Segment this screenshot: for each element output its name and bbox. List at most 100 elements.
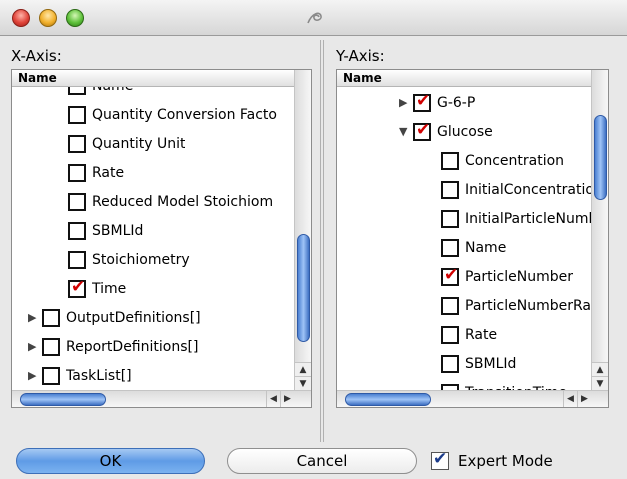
tree-row-label: Rate bbox=[465, 326, 498, 343]
tree-row[interactable]: InitialConcentration bbox=[441, 175, 591, 204]
y-axis-vertical-scroll-thumb[interactable] bbox=[594, 115, 607, 200]
tree-row[interactable]: ParticleNumber bbox=[441, 262, 573, 291]
tree-row[interactable]: Concentration bbox=[441, 146, 564, 175]
tree-row-checkbox[interactable] bbox=[68, 163, 86, 182]
x-axis-vertical-scroll-thumb[interactable] bbox=[297, 234, 310, 342]
tree-row-checkbox[interactable] bbox=[413, 120, 431, 141]
tree-row[interactable]: Rate bbox=[441, 320, 497, 349]
tree-row-checkbox[interactable] bbox=[68, 277, 86, 298]
scroll-up-arrow-icon[interactable]: ▲ bbox=[592, 362, 608, 376]
tree-row[interactable]: TransitionTime bbox=[441, 378, 567, 390]
minimize-window-button[interactable] bbox=[39, 9, 57, 27]
tree-row-label: TaskList[] bbox=[66, 367, 132, 384]
x-axis-horizontal-scrollbar[interactable]: ◀ ▶ bbox=[12, 390, 311, 407]
disclosure-collapsed-icon[interactable]: ▶ bbox=[28, 369, 40, 382]
tree-row[interactable]: Name bbox=[441, 233, 506, 262]
tree-row-checkbox[interactable] bbox=[68, 250, 86, 269]
scroll-down-arrow-icon[interactable]: ▼ bbox=[295, 376, 311, 390]
tree-row[interactable]: Time bbox=[68, 274, 126, 303]
disclosure-expanded-icon[interactable]: ▼ bbox=[399, 125, 411, 138]
tree-row-checkbox[interactable] bbox=[68, 192, 86, 211]
scroll-left-arrow-icon[interactable]: ◀ bbox=[266, 391, 280, 407]
tree-row[interactable]: SBMLId bbox=[68, 216, 143, 245]
zoom-window-button[interactable] bbox=[66, 9, 84, 27]
cancel-button[interactable]: Cancel bbox=[227, 448, 417, 474]
y-axis-horizontal-scroll-thumb[interactable] bbox=[345, 393, 431, 406]
tree-row-label: Name bbox=[92, 87, 133, 94]
tree-row-label: InitialConcentration bbox=[465, 181, 591, 198]
tree-row[interactable]: Stoichiometry bbox=[68, 245, 190, 274]
expert-mode-checkbox[interactable] bbox=[431, 449, 449, 470]
tree-row-label: InitialParticleNumb bbox=[465, 210, 591, 227]
tree-row-label: ParticleNumber bbox=[465, 268, 573, 285]
tree-row-label: ParticleNumberRat bbox=[465, 297, 591, 314]
tree-row-checkbox[interactable] bbox=[42, 337, 60, 356]
tree-row-checkbox[interactable] bbox=[441, 296, 459, 315]
tree-row-checkbox[interactable] bbox=[441, 354, 459, 373]
tree-row-label: Time bbox=[92, 280, 127, 297]
tree-row[interactable]: ▶ TaskList[] bbox=[28, 361, 132, 390]
tree-row[interactable]: SBMLId bbox=[441, 349, 516, 378]
tree-row-label: G-6-P bbox=[437, 94, 476, 111]
tree-row-label: Glucose bbox=[437, 123, 493, 140]
tree-row-checkbox[interactable] bbox=[441, 180, 459, 199]
tree-row-checkbox[interactable] bbox=[441, 325, 459, 344]
tree-row-checkbox[interactable] bbox=[68, 134, 86, 153]
tree-row-checkbox[interactable] bbox=[441, 209, 459, 228]
ok-button[interactable]: OK bbox=[16, 448, 205, 474]
tree-row[interactable]: Reduced Model Stoichiom bbox=[68, 187, 273, 216]
x-axis-tree[interactable]: Name Name Quantity Conversion Facto Quanti… bbox=[11, 69, 312, 408]
tree-row-label: Quantity Conversion Facto bbox=[92, 106, 277, 123]
x-axis-horizontal-scroll-thumb[interactable] bbox=[20, 393, 106, 406]
tree-row[interactable]: Rate bbox=[68, 158, 124, 187]
disclosure-collapsed-icon[interactable]: ▶ bbox=[28, 340, 40, 353]
y-axis-horizontal-scrollbar[interactable]: ◀ ▶ bbox=[337, 390, 608, 407]
tree-row-checkbox[interactable] bbox=[68, 221, 86, 240]
x-axis-label: X-Axis: bbox=[11, 47, 62, 65]
y-axis-tree-rows: ▶ G-6-P ▼ Glucose Concentration InitialConcen… bbox=[337, 87, 591, 390]
expert-mode-label: Expert Mode bbox=[458, 452, 553, 470]
scroll-down-arrow-icon[interactable]: ▼ bbox=[592, 376, 608, 390]
tree-row[interactable]: Quantity Unit bbox=[68, 129, 185, 158]
scroll-left-arrow-icon[interactable]: ◀ bbox=[563, 391, 577, 407]
tree-row-label: Reduced Model Stoichiom bbox=[92, 193, 274, 210]
disclosure-collapsed-icon[interactable]: ▶ bbox=[399, 96, 411, 109]
tree-row[interactable]: Name bbox=[68, 87, 133, 100]
disclosure-collapsed-icon[interactable]: ▶ bbox=[28, 311, 40, 324]
tree-row-checkbox[interactable] bbox=[68, 105, 86, 124]
tree-row[interactable]: ▶ ReportDefinitions[] bbox=[28, 332, 198, 361]
tree-row-checkbox[interactable] bbox=[42, 308, 60, 327]
tree-row-checkbox[interactable] bbox=[441, 265, 459, 286]
tree-row-label: Stoichiometry bbox=[92, 251, 190, 268]
tree-row-label: ReportDefinitions[] bbox=[66, 338, 199, 355]
tree-row[interactable]: Quantity Conversion Facto bbox=[68, 100, 277, 129]
tree-row-label: SBMLId bbox=[465, 355, 517, 372]
copasi-icon bbox=[305, 9, 325, 27]
tree-row-checkbox[interactable] bbox=[441, 238, 459, 257]
tree-row-label: Rate bbox=[92, 164, 125, 181]
expert-mode-toggle[interactable]: Expert Mode bbox=[431, 449, 553, 470]
tree-row[interactable]: ▶ OutputDefinitions[] bbox=[28, 303, 201, 332]
tree-row-checkbox[interactable] bbox=[68, 87, 86, 95]
tree-row[interactable]: ▶ G-6-P bbox=[399, 88, 475, 117]
scroll-right-arrow-icon[interactable]: ▶ bbox=[280, 391, 294, 407]
tree-row[interactable]: ParticleNumberRat bbox=[441, 291, 591, 320]
tree-row-checkbox[interactable] bbox=[413, 91, 431, 112]
scroll-right-arrow-icon[interactable]: ▶ bbox=[577, 391, 591, 407]
scroll-up-arrow-icon[interactable]: ▲ bbox=[295, 362, 311, 376]
split-view-divider[interactable] bbox=[320, 40, 324, 442]
tree-row[interactable]: ▼ Glucose bbox=[399, 117, 493, 146]
title-bar bbox=[0, 0, 627, 36]
y-axis-column-header[interactable]: Name bbox=[337, 70, 591, 87]
tree-row[interactable]: InitialParticleNumb bbox=[441, 204, 591, 233]
y-axis-vertical-scrollbar[interactable]: ▲ ▼ bbox=[591, 70, 608, 390]
tree-row-label: Name bbox=[465, 239, 507, 256]
tree-row-checkbox[interactable] bbox=[42, 366, 60, 385]
x-axis-vertical-scrollbar[interactable]: ▲ ▼ bbox=[294, 70, 311, 390]
tree-row-checkbox[interactable] bbox=[441, 151, 459, 170]
x-axis-column-header[interactable]: Name bbox=[12, 70, 294, 87]
y-axis-tree[interactable]: Name ▶ G-6-P ▼ Glucose Concentration InitialC… bbox=[336, 69, 609, 408]
close-window-button[interactable] bbox=[12, 9, 30, 27]
tree-row-label: Quantity Unit bbox=[92, 135, 186, 152]
x-axis-tree-rows: Name Quantity Conversion Facto Quantity Un… bbox=[12, 87, 294, 390]
